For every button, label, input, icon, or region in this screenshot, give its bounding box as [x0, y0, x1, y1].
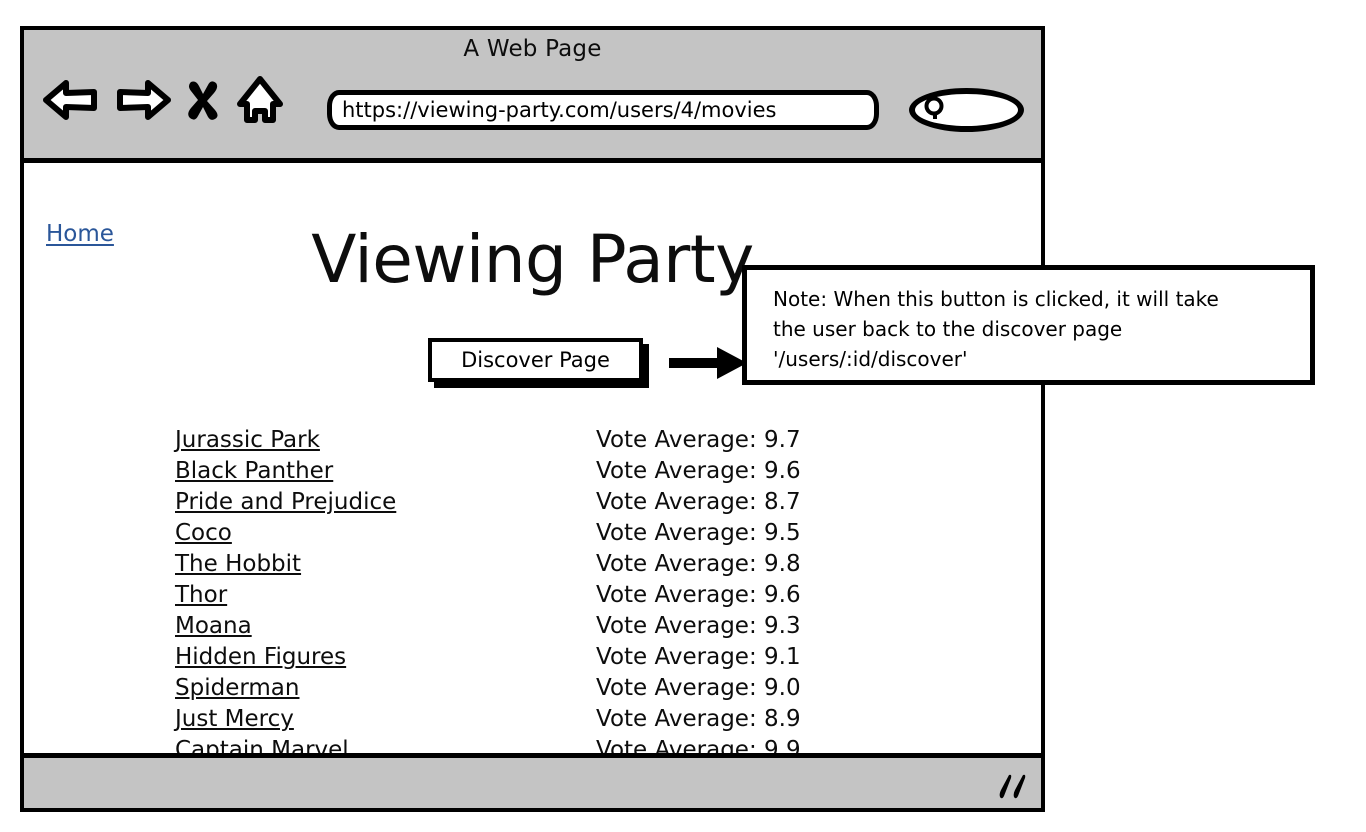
movie-list: Jurassic Park Vote Average: 9.7 Black Pant…: [175, 427, 875, 753]
home-house-icon[interactable]: [234, 74, 286, 126]
window-resize-grip-icon[interactable]: [997, 772, 1031, 802]
movie-list-item: Thor Vote Average: 9.6: [175, 582, 875, 613]
annotation-note-box: Note: When this button is clicked, it wi…: [742, 265, 1315, 385]
page-content-area: Home Viewing Party Discover Page Jurassi…: [24, 163, 1041, 753]
movie-list-item: Moana Vote Average: 9.3: [175, 613, 875, 644]
movie-list-item: Captain Marvel Vote Average: 9.9: [175, 737, 875, 753]
browser-chrome-bar: A Web Page https://viewing-party.com/use…: [24, 30, 1041, 163]
annotation-pointer-arrow-icon: [669, 345, 749, 381]
movie-title-link[interactable]: Moana: [175, 613, 596, 639]
movie-title-link[interactable]: Pride and Prejudice: [175, 489, 596, 515]
movie-title-link[interactable]: Jurassic Park: [175, 427, 596, 453]
movie-vote-average: Vote Average: 9.0: [596, 675, 801, 701]
close-x-icon[interactable]: [186, 77, 220, 123]
annotation-line-2: the user back to the discover page: [773, 317, 1123, 341]
movie-title-link[interactable]: Hidden Figures: [175, 644, 596, 670]
movie-list-item: Just Mercy Vote Average: 8.9: [175, 706, 875, 737]
search-magnifier-icon: [923, 95, 947, 125]
movie-vote-average: Vote Average: 8.9: [596, 706, 801, 732]
url-text: https://viewing-party.com/users/4/movies: [342, 98, 777, 122]
movie-list-item: The Hobbit Vote Average: 9.8: [175, 551, 875, 582]
back-arrow-icon[interactable]: [42, 76, 100, 124]
movie-vote-average: Vote Average: 8.7: [596, 489, 801, 515]
browser-status-bar: [24, 753, 1041, 808]
movie-vote-average: Vote Average: 9.8: [596, 551, 801, 577]
discover-page-button-wrap: Discover Page: [428, 338, 649, 388]
movie-vote-average: Vote Average: 9.6: [596, 582, 801, 608]
movie-title-link[interactable]: Captain Marvel: [175, 737, 596, 753]
movie-title-link[interactable]: The Hobbit: [175, 551, 596, 577]
movie-list-item: Spiderman Vote Average: 9.0: [175, 675, 875, 706]
movie-vote-average: Vote Average: 9.6: [596, 458, 801, 484]
movie-title-link[interactable]: Coco: [175, 520, 596, 546]
annotation-line-3: '/users/:id/discover': [773, 347, 968, 371]
movie-vote-average: Vote Average: 9.1: [596, 644, 801, 670]
movie-vote-average: Vote Average: 9.3: [596, 613, 801, 639]
movie-list-item: Black Panther Vote Average: 9.6: [175, 458, 875, 489]
discover-page-button[interactable]: Discover Page: [428, 338, 643, 382]
movie-vote-average: Vote Average: 9.7: [596, 427, 801, 453]
wireframe-mockup: A Web Page https://viewing-party.com/use…: [0, 0, 1366, 832]
movie-list-item: Coco Vote Average: 9.5: [175, 520, 875, 551]
browser-window: A Web Page https://viewing-party.com/use…: [20, 26, 1045, 812]
window-title: A Web Page: [463, 36, 602, 62]
movie-title-link[interactable]: Just Mercy: [175, 706, 596, 732]
movie-list-item: Pride and Prejudice Vote Average: 8.7: [175, 489, 875, 520]
movie-title-link[interactable]: Black Panther: [175, 458, 596, 484]
browser-search-box[interactable]: [909, 88, 1024, 132]
url-address-bar[interactable]: https://viewing-party.com/users/4/movies: [327, 90, 879, 130]
movie-vote-average: Vote Average: 9.5: [596, 520, 801, 546]
movie-title-link[interactable]: Spiderman: [175, 675, 596, 701]
movie-vote-average: Vote Average: 9.9: [596, 737, 801, 753]
movie-list-item: Hidden Figures Vote Average: 9.1: [175, 644, 875, 675]
forward-arrow-icon[interactable]: [114, 76, 172, 124]
movie-title-link[interactable]: Thor: [175, 582, 596, 608]
annotation-line-1: Note: When this button is clicked, it wi…: [773, 287, 1219, 311]
movie-list-item: Jurassic Park Vote Average: 9.7: [175, 427, 875, 458]
browser-nav-controls: [42, 74, 286, 126]
